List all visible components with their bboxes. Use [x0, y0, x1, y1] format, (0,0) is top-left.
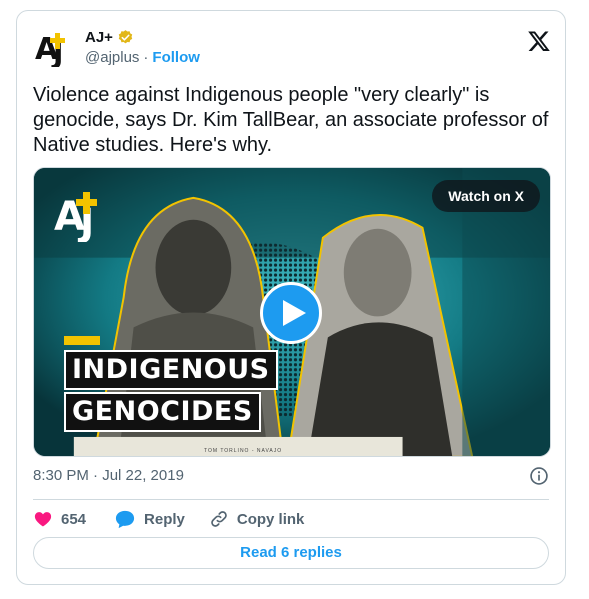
overlay-title-line-2: GENOCIDES — [64, 392, 261, 432]
copy-link-label: Copy link — [236, 510, 305, 528]
author-name-row: AJ+ — [85, 29, 134, 46]
action-bar: 654 Reply Copy link — [33, 507, 328, 531]
divider — [33, 499, 549, 500]
tweet-card: A J AJ+ @ajplus · Follow Violence agains… — [16, 10, 566, 585]
read-replies-button[interactable]: Read 6 replies — [33, 537, 549, 569]
copy-link-button[interactable]: Copy link — [209, 509, 305, 529]
tweet-header: A J AJ+ @ajplus · Follow — [33, 25, 551, 69]
follow-button[interactable]: Follow — [152, 49, 200, 66]
title-accent-bar — [64, 336, 100, 345]
author-handle[interactable]: @ajplus — [85, 49, 139, 66]
play-icon — [283, 300, 306, 326]
x-logo-icon[interactable] — [527, 29, 551, 53]
tweet-timestamp[interactable]: 8:30 PM · Jul 22, 2019 — [33, 467, 184, 484]
author-handle-row: @ajplus · Follow — [85, 49, 200, 66]
watch-on-x-button[interactable]: Watch on X — [432, 180, 540, 212]
info-icon[interactable] — [529, 466, 549, 486]
photo-caption: TOM TORLINO - NAVAJO — [204, 448, 283, 454]
like-count: 654 — [61, 510, 87, 528]
reply-button[interactable]: Reply — [114, 509, 185, 529]
aj-plus-watermark: A J — [54, 192, 97, 242]
reply-bubble-icon — [115, 510, 135, 529]
video-player[interactable]: A J Watch on X INDIGENOUS GENOCIDES TOM … — [33, 167, 551, 457]
link-icon — [211, 511, 227, 527]
overlay-title-line-1: INDIGENOUS — [64, 350, 278, 390]
separator: · — [143, 49, 149, 66]
like-button[interactable]: 654 — [33, 509, 86, 529]
heart-icon — [34, 512, 52, 527]
aj-plus-logo[interactable]: A J — [33, 27, 77, 67]
verified-badge-icon — [118, 30, 133, 44]
tweet-text: Violence against Indigenous people "very… — [33, 84, 549, 156]
author-name[interactable]: AJ+ — [85, 29, 113, 46]
reply-label: Reply — [144, 510, 185, 528]
play-button[interactable] — [260, 282, 322, 344]
